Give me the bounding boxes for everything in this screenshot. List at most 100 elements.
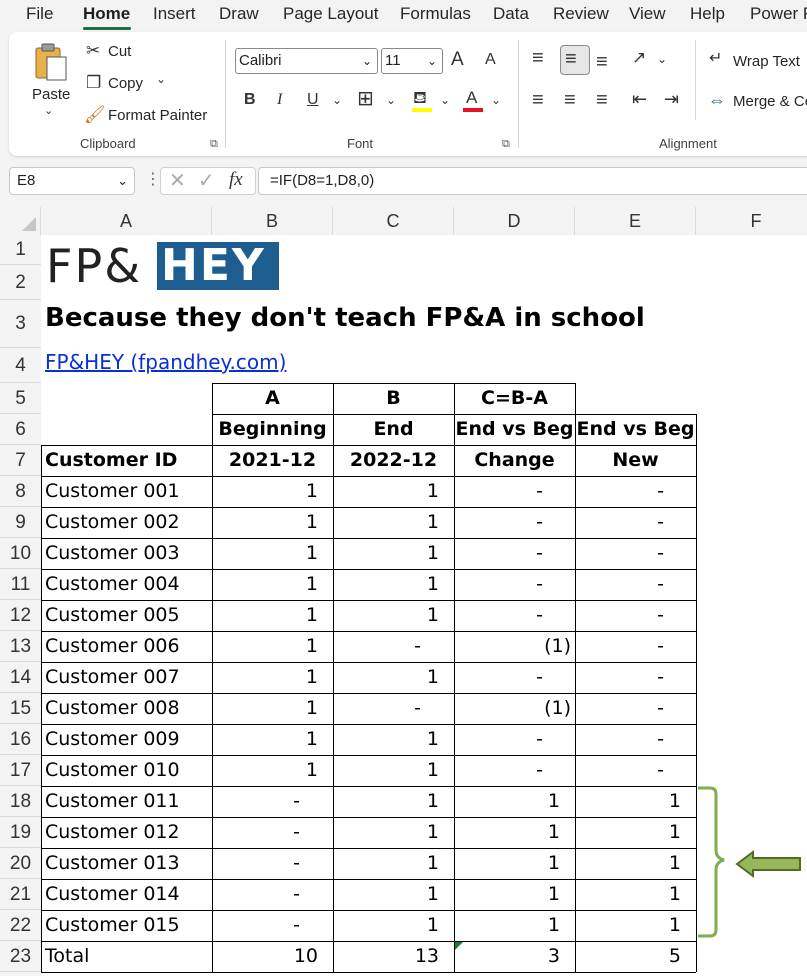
shrink-font-icon[interactable]: A [485,52,496,68]
tab-help[interactable]: Help [690,4,725,24]
value-cell: - [536,759,543,781]
tab-draw[interactable]: Draw [219,4,259,24]
align-right-icon[interactable]: ≡ [596,90,608,110]
row-header[interactable]: 11 [0,569,41,600]
website-link[interactable]: FP&HEY (fpandhey.com) [45,350,286,374]
fill-chevron-icon[interactable]: ⌄ [440,94,450,106]
row-header[interactable]: 8 [0,476,41,507]
borders-icon[interactable]: ⊞ [357,89,374,109]
value-cell: 1 [305,480,318,502]
row-header[interactable]: 6 [0,414,41,445]
cancel-icon[interactable]: ✕ [169,171,186,191]
row-header[interactable]: 10 [0,538,41,569]
font-name-dropdown[interactable]: Calibri ⌄ [235,48,378,74]
clipboard-launcher-icon[interactable]: ⧉ [210,138,218,151]
fill-color-icon[interactable]: ⛾ [413,89,427,106]
row-header[interactable]: 18 [0,786,41,817]
row-header[interactable]: 7 [0,445,41,476]
italic-button[interactable]: I [277,92,282,108]
align-left-icon[interactable]: ≡ [532,90,544,110]
column-header-e[interactable]: E [575,207,696,235]
row-header[interactable]: 13 [0,631,41,662]
value-cell: 1 [305,573,318,595]
value-cell: 1 [305,604,318,626]
table-border [41,476,696,477]
tab-data[interactable]: Data [493,4,529,24]
table-border [212,414,213,445]
enter-icon[interactable]: ✓ [198,171,215,191]
underline-chevron-icon[interactable]: ⌄ [332,94,342,106]
row-header[interactable]: 2 [0,265,41,300]
customer-id-cell: Customer 008 [45,697,180,719]
increase-indent-icon[interactable]: ⇥ [664,90,679,108]
formula-input[interactable]: =IF(D8=1,D8,0) [258,167,807,195]
error-indicator-icon[interactable] [455,942,463,950]
tab-insert[interactable]: Insert [153,4,196,24]
merge-center-button[interactable]: Merge & Ce [733,93,807,110]
row-header[interactable]: 15 [0,693,41,724]
align-bottom-icon[interactable]: ≡ [596,52,608,72]
align-center-icon[interactable]: ≡ [564,90,576,110]
name-box[interactable]: E8 ⌄ [9,167,135,195]
row-header[interactable]: 21 [0,879,41,910]
more-options-icon[interactable]: ⋮ [145,172,161,188]
tab-formulas[interactable]: Formulas [400,4,471,24]
row-header[interactable]: 22 [0,910,41,941]
column-header-d[interactable]: D [454,207,575,235]
table-border [41,600,696,601]
copy-button[interactable]: Copy [108,75,143,92]
align-top-icon[interactable]: ≡ [532,48,544,68]
tab-power-pivot[interactable]: Power P [750,4,807,24]
font-launcher-icon[interactable]: ⧉ [502,138,510,151]
value-cell: 1 [305,759,318,781]
row-header[interactable]: 9 [0,507,41,538]
value-cell: - [657,635,664,657]
font-color-icon[interactable]: A [466,89,477,106]
table-border [575,445,576,972]
copy-chevron-icon[interactable]: ⌄ [156,73,166,85]
row-header[interactable]: 17 [0,755,41,786]
row-header[interactable]: 5 [0,383,41,414]
wrap-text-button[interactable]: Wrap Text [733,53,800,70]
tab-file[interactable]: File [26,4,53,24]
tab-review[interactable]: Review [553,4,609,24]
cut-button[interactable]: Cut [108,43,131,60]
value-cell: - [293,914,300,936]
table-border [333,445,334,972]
column-header-f[interactable]: F [696,207,807,235]
tab-home[interactable]: Home [83,4,130,24]
table-border [41,445,696,446]
align-middle-button[interactable]: ≡ [560,45,590,75]
decrease-indent-icon[interactable]: ⇤ [632,90,647,108]
font-color-chevron-icon[interactable]: ⌄ [491,94,501,106]
value-cell: - [657,480,664,502]
borders-chevron-icon[interactable]: ⌄ [386,94,396,106]
row-header[interactable]: 3 [0,300,41,348]
column-header-c[interactable]: C [333,207,454,235]
logo-text-right: HEY [161,240,266,291]
bold-button[interactable]: B [244,92,256,108]
format-painter-icon: 🖌 [84,105,106,124]
row-header[interactable]: 12 [0,600,41,631]
column-header-a[interactable]: A [41,207,212,235]
column-header-b[interactable]: B [212,207,333,235]
row-header[interactable]: 1 [0,235,41,265]
font-size-dropdown[interactable]: 11 ⌄ [381,48,443,74]
logo-text-left: FP& [46,239,143,293]
grow-font-icon[interactable]: A [451,50,464,69]
format-painter-button[interactable]: Format Painter [108,107,207,124]
orientation-chevron-icon[interactable]: ⌄ [657,53,667,65]
row-header[interactable]: 14 [0,662,41,693]
tab-page-layout[interactable]: Page Layout [283,4,378,24]
underline-button[interactable]: U [307,92,319,108]
total-cell: 5 [668,945,681,967]
insert-function-icon[interactable]: fx [229,170,243,189]
row-header[interactable]: 23 [0,941,41,972]
select-all-corner[interactable] [0,207,41,235]
row-header[interactable]: 20 [0,848,41,879]
tab-view[interactable]: View [629,4,666,24]
row-header[interactable]: 16 [0,724,41,755]
row-header[interactable]: 4 [0,348,41,383]
orientation-icon[interactable]: ↗ [632,49,646,66]
row-header[interactable]: 19 [0,817,41,848]
